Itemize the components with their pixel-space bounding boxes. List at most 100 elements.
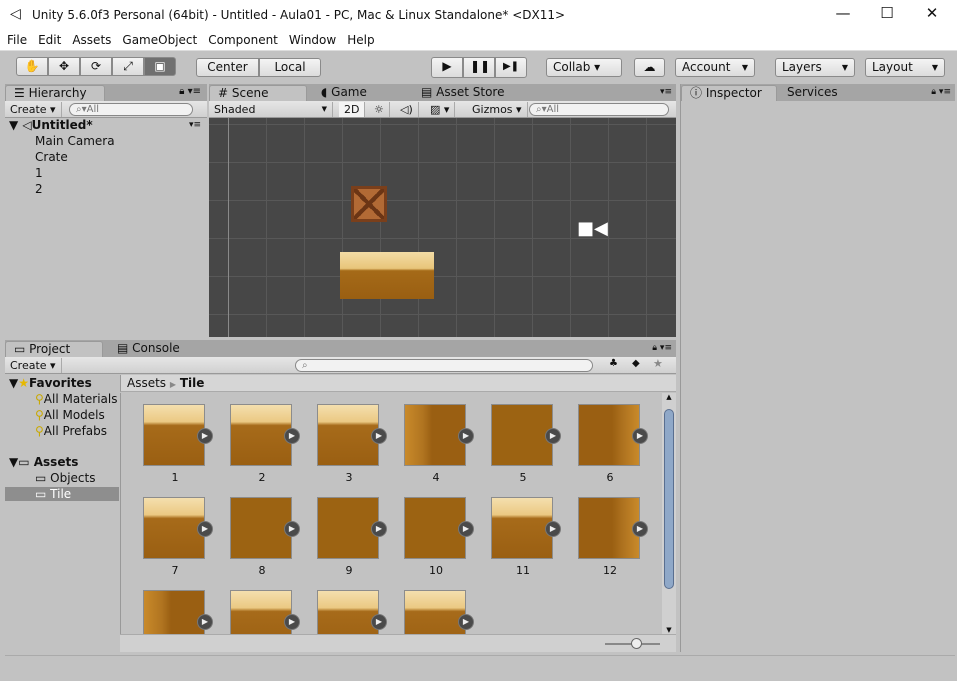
tab-asset-store[interactable]: ▤ Asset Store [413,85,513,101]
collab-button[interactable]: Collab ▾ [546,58,622,77]
tab-services[interactable]: Services [779,85,846,101]
sprite-asset-tile[interactable]: ▶ 11 [491,497,561,577]
scale-tool-button[interactable]: ⤢ [112,57,144,76]
favorites-folder[interactable]: ▼★Favorites [9,376,92,390]
expand-sprite-icon[interactable]: ▶ [371,614,387,630]
sprite-asset-tile[interactable]: ▶ 10 [404,497,474,577]
expand-sprite-icon[interactable]: ▶ [197,614,213,630]
gizmos-dropdown[interactable]: Gizmos ▾ [467,102,528,117]
step-button[interactable]: ▶❚ [495,57,527,78]
assets-folder[interactable]: ▼▭ Assets [9,455,78,469]
expand-sprite-icon[interactable]: ▶ [458,521,474,537]
minimize-button[interactable]: — [828,4,858,26]
scene-menu-icon[interactable]: ▾≡ [189,120,201,130]
sprite-asset-tile[interactable]: ▶ 3 [317,404,387,484]
tab-hierarchy[interactable]: ☰ Hierarchy [5,85,105,101]
sprite-asset-tile[interactable]: ▶ [404,590,474,634]
expand-sprite-icon[interactable]: ▶ [197,521,213,537]
pause-button[interactable]: ❚❚ [463,57,495,78]
camera-gizmo-icon[interactable]: ■◀ [577,218,608,239]
sprite-asset-tile[interactable]: ▶ 4 [404,404,474,484]
expand-sprite-icon[interactable]: ▶ [632,521,648,537]
expand-sprite-icon[interactable]: ▶ [458,428,474,444]
expand-sprite-icon[interactable]: ▶ [371,428,387,444]
pivot-center-button[interactable]: Center [196,58,259,77]
hand-tool-button[interactable]: ✋ [16,57,48,76]
hierarchy-item[interactable]: 2 [35,182,43,196]
project-create-dropdown[interactable]: Create ▾ [5,358,62,373]
scrollbar[interactable]: ▲ ▼ [662,393,676,634]
scene-viewport[interactable]: ■◀ [209,118,676,337]
ground-tile-sprite[interactable] [340,252,434,299]
panel-menu-icon[interactable]: ▾≡ [660,87,672,97]
menu-assets[interactable]: Assets [72,33,111,47]
sprite-asset-tile[interactable]: ▶ 7 [143,497,213,577]
breadcrumb-tile[interactable]: Tile [180,376,205,390]
tab-console[interactable]: ▤ Console [109,341,188,357]
sprite-asset-tile[interactable]: ▶ 5 [491,404,561,484]
close-button[interactable]: ✕ [917,4,947,26]
layout-dropdown[interactable]: Layout ▼ [865,58,945,77]
scroll-down-icon[interactable]: ▼ [662,626,676,634]
expand-sprite-icon[interactable]: ▶ [284,428,300,444]
hierarchy-item[interactable]: Main Camera [35,134,115,148]
rect-tool-button[interactable]: ▣ [144,57,176,76]
sprite-asset-tile[interactable]: ▶ [230,590,300,634]
sprite-asset-tile[interactable]: ▶ 6 [578,404,648,484]
expand-sprite-icon[interactable]: ▶ [371,521,387,537]
hierarchy-item[interactable]: Crate [35,150,68,164]
menu-help[interactable]: Help [347,33,374,47]
expand-sprite-icon[interactable]: ▶ [545,428,561,444]
scene-root-item[interactable]: ▼ ◁Untitled* [9,118,93,132]
lock-icon[interactable]: 🔒︎ ▾≡ [931,87,951,97]
sprite-asset-tile[interactable]: ▶ 9 [317,497,387,577]
sprite-asset-tile[interactable]: ▶ [143,590,213,634]
favorite-all-models[interactable]: ⚲All Models [35,408,105,422]
menu-window[interactable]: Window [289,33,336,47]
tab-scene[interactable]: # Scene [209,85,307,101]
tab-inspector[interactable]: ⓘ Inspector [681,85,777,101]
account-dropdown[interactable]: Account ▼ [675,58,755,77]
sprite-asset-tile[interactable]: ▶ 8 [230,497,300,577]
sprite-asset-tile[interactable]: ▶ 1 [143,404,213,484]
favorite-star-icon[interactable]: ★ [653,357,663,370]
hierarchy-search-input[interactable]: ⌕▾All [69,103,193,116]
expand-sprite-icon[interactable]: ▶ [284,614,300,630]
breadcrumb-assets[interactable]: Assets [127,376,166,390]
scroll-up-icon[interactable]: ▲ [662,393,676,401]
expand-sprite-icon[interactable]: ▶ [284,521,300,537]
folder-tile[interactable]: ▭ Tile [5,487,119,501]
move-tool-button[interactable]: ✥ [48,57,80,76]
maximize-button[interactable]: ☐ [872,4,902,26]
layers-dropdown[interactable]: Layers ▼ [775,58,855,77]
menu-file[interactable]: File [7,33,27,47]
rotate-tool-button[interactable]: ⟳ [80,57,112,76]
audio-toggle-icon[interactable]: ◁) [395,102,419,117]
expand-sprite-icon[interactable]: ▶ [545,521,561,537]
sprite-asset-tile[interactable]: ▶ 2 [230,404,300,484]
zoom-slider-thumb[interactable] [631,638,642,649]
scrollbar-thumb[interactable] [664,409,674,589]
expand-sprite-icon[interactable]: ▶ [197,428,213,444]
filter-by-type-icon[interactable]: ♣ [609,358,618,369]
menu-gameobject[interactable]: GameObject [122,33,197,47]
2d-toggle[interactable]: 2D [339,102,366,117]
crate-sprite[interactable] [351,186,387,222]
filter-by-label-icon[interactable]: ◆ [632,358,640,369]
tab-game[interactable]: ◖ Game [313,85,375,101]
scene-search-input[interactable]: ⌕▾All [529,103,669,116]
lock-icon[interactable]: 🔒︎ ▾≡ [179,86,201,97]
folder-objects[interactable]: ▭ Objects [35,471,96,485]
shading-dropdown[interactable]: Shaded ▼ [209,102,333,117]
hierarchy-item[interactable]: 1 [35,166,43,180]
sprite-asset-tile[interactable]: ▶ 12 [578,497,648,577]
lock-icon[interactable]: 🔒︎ ▾≡ [652,343,672,353]
favorite-all-prefabs[interactable]: ⚲All Prefabs [35,424,107,438]
menu-component[interactable]: Component [208,33,278,47]
play-button[interactable]: ▶ [431,57,463,78]
tab-project[interactable]: ▭ Project [5,341,103,357]
expand-sprite-icon[interactable]: ▶ [632,428,648,444]
cloud-button[interactable]: ☁ [634,58,665,77]
effects-dropdown-icon[interactable]: ▨ ▾ [425,102,456,117]
sprite-asset-tile[interactable]: ▶ [317,590,387,634]
